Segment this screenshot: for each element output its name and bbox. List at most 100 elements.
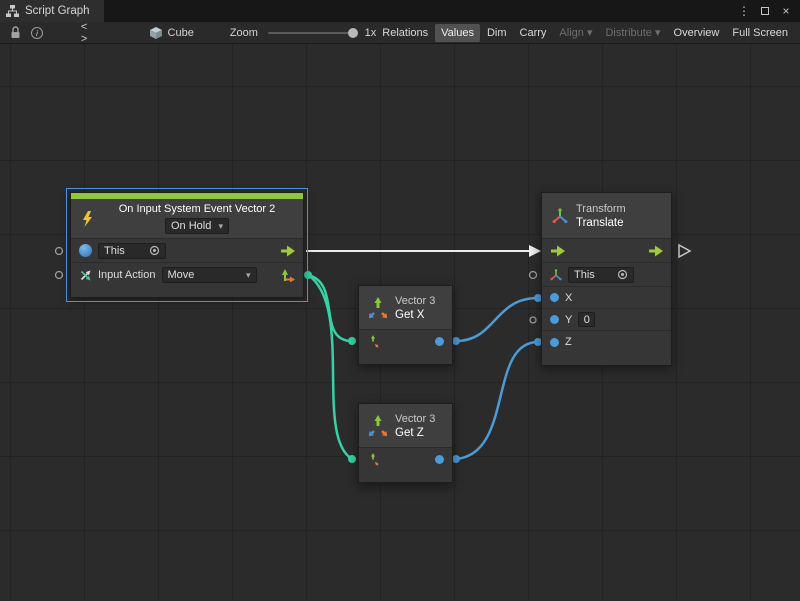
port-label-z: Z: [565, 336, 572, 348]
node-translate[interactable]: Transform Translate: [541, 192, 672, 366]
vector2-output-port[interactable]: [282, 269, 295, 282]
event-node-header: On Input System Event Vector 2 On Hold ▾: [71, 199, 303, 239]
node-type-label: Vector 3: [395, 413, 435, 425]
tab-script-graph[interactable]: Script Graph: [0, 0, 104, 22]
event-input-action-row: Input Action Move ▾: [71, 263, 303, 287]
control-output-port[interactable]: [280, 245, 295, 257]
get-z-header: Vector 3 Get Z: [359, 404, 452, 448]
graph-toolbar: i < > Cube Zoom 1x Relations Values Dim …: [0, 22, 800, 44]
get-x-port-row: [359, 330, 452, 352]
translate-y-row: Y 0: [542, 309, 671, 331]
object-picker-icon[interactable]: [149, 245, 160, 256]
control-output-port[interactable]: [648, 245, 663, 257]
event-this-row: This: [71, 239, 303, 263]
vector3-input-port[interactable]: [367, 334, 379, 349]
node-type-label: Vector 3: [395, 295, 435, 307]
node-title: Get X: [395, 309, 435, 321]
chevron-down-icon: ▾: [218, 221, 223, 232]
this-object-field[interactable]: This: [98, 243, 166, 259]
y-value-field[interactable]: 0: [578, 312, 595, 327]
event-mode-dropdown[interactable]: On Hold ▾: [165, 218, 229, 234]
dropdown-value: On Hold: [171, 220, 211, 232]
maximize-icon[interactable]: [757, 3, 773, 19]
node-get-z[interactable]: Vector 3 Get Z: [358, 403, 453, 483]
port-label-x: X: [565, 292, 572, 304]
get-z-port-row: [359, 448, 452, 470]
close-icon[interactable]: ×: [778, 3, 794, 19]
zoom-slider-knob[interactable]: [348, 28, 358, 38]
graph-canvas[interactable]: On Input System Event Vector 2 On Hold ▾…: [0, 44, 800, 601]
node-title: Translate: [576, 217, 626, 229]
input-action-icon: [79, 269, 92, 282]
code-preview-icon[interactable]: < >: [81, 21, 97, 45]
float-output-port[interactable]: [435, 455, 444, 464]
vector3-icon: [369, 295, 387, 321]
port-circle-translate-y[interactable]: [530, 317, 536, 323]
wire-endpoint: [304, 271, 312, 279]
toolbar-button-carry[interactable]: Carry: [514, 24, 553, 42]
script-graph-icon: [6, 5, 19, 17]
wire-get-x-to-x[interactable]: [456, 298, 538, 341]
node-on-input-system-event[interactable]: On Input System Event Vector 2 On Hold ▾…: [70, 192, 304, 298]
titlebar: Script Graph ⋮ ×: [0, 0, 800, 22]
wire-endpoint: [348, 337, 356, 345]
translate-x-row: X: [542, 287, 671, 309]
lightning-icon: [81, 211, 93, 227]
zoom-value: 1x: [365, 27, 377, 39]
toolbar-button-overview[interactable]: Overview: [668, 24, 726, 42]
toolbar-button-distribute[interactable]: Distribute ▾: [599, 23, 666, 42]
object-picker-icon[interactable]: [617, 269, 628, 280]
get-x-header: Vector 3 Get X: [359, 286, 452, 330]
wire-endpoint: [348, 455, 356, 463]
dropdown-value: Move: [168, 269, 195, 281]
toolbar-button-align[interactable]: Align ▾: [553, 23, 598, 42]
z-input-port[interactable]: [550, 338, 559, 347]
node-title: Get Z: [395, 427, 435, 439]
info-icon[interactable]: i: [31, 27, 43, 39]
control-input-port[interactable]: [550, 245, 565, 257]
transform-icon: [552, 208, 568, 224]
port-circle-event-this[interactable]: [56, 248, 63, 255]
tab-title: Script Graph: [25, 5, 90, 17]
node-title: On Input System Event Vector 2: [119, 203, 276, 215]
wire-control-arrowhead: [529, 245, 541, 257]
toolbar-button-relations[interactable]: Relations: [376, 24, 434, 42]
transform-icon: [550, 269, 562, 281]
node-get-x[interactable]: Vector 3 Get X: [358, 285, 453, 365]
script-graph-window: Script Graph ⋮ × i < > Cube: [0, 0, 800, 601]
menu-icon[interactable]: ⋮: [736, 3, 752, 19]
port-circle-event-action[interactable]: [56, 272, 63, 279]
float-output-port[interactable]: [435, 337, 444, 346]
object-name: Cube: [168, 27, 194, 39]
port-circle-translate-this[interactable]: [530, 272, 537, 279]
translate-control-row: [542, 239, 671, 263]
toolbar-view-buttons: Relations Values Dim Carry Align ▾ Distr…: [376, 23, 796, 42]
y-input-port[interactable]: [550, 315, 559, 324]
toolbar-button-full-screen[interactable]: Full Screen: [726, 24, 794, 42]
this-object-field[interactable]: This: [568, 267, 634, 283]
wire-vector2-to-get-z[interactable]: [308, 275, 352, 459]
translate-z-row: Z: [542, 331, 671, 353]
toolbar-button-dim[interactable]: Dim: [481, 24, 513, 42]
lock-icon[interactable]: [10, 26, 21, 39]
vector3-icon: [369, 413, 387, 439]
wire-endpoint: [452, 337, 460, 345]
zoom-label: Zoom: [230, 27, 258, 39]
translate-this-row: This: [542, 263, 671, 287]
this-field-label: This: [104, 245, 125, 257]
this-field-label: This: [574, 269, 595, 281]
translate-header: Transform Translate: [542, 193, 671, 239]
this-icon: [79, 244, 92, 257]
port-label-y: Y: [565, 314, 572, 326]
wire-get-z-to-z[interactable]: [456, 342, 538, 459]
window-controls: ⋮ ×: [736, 3, 800, 19]
zoom-slider[interactable]: [268, 32, 357, 34]
x-input-port[interactable]: [550, 293, 559, 302]
flow-continue-triangle-icon[interactable]: [679, 245, 690, 257]
wire-vector2-to-get-x[interactable]: [308, 275, 352, 341]
vector3-input-port[interactable]: [367, 452, 379, 467]
graph-context[interactable]: Cube: [149, 26, 194, 40]
input-action-dropdown[interactable]: Move ▾: [162, 267, 257, 283]
toolbar-button-values[interactable]: Values: [435, 24, 480, 42]
cube-icon: [149, 26, 163, 40]
